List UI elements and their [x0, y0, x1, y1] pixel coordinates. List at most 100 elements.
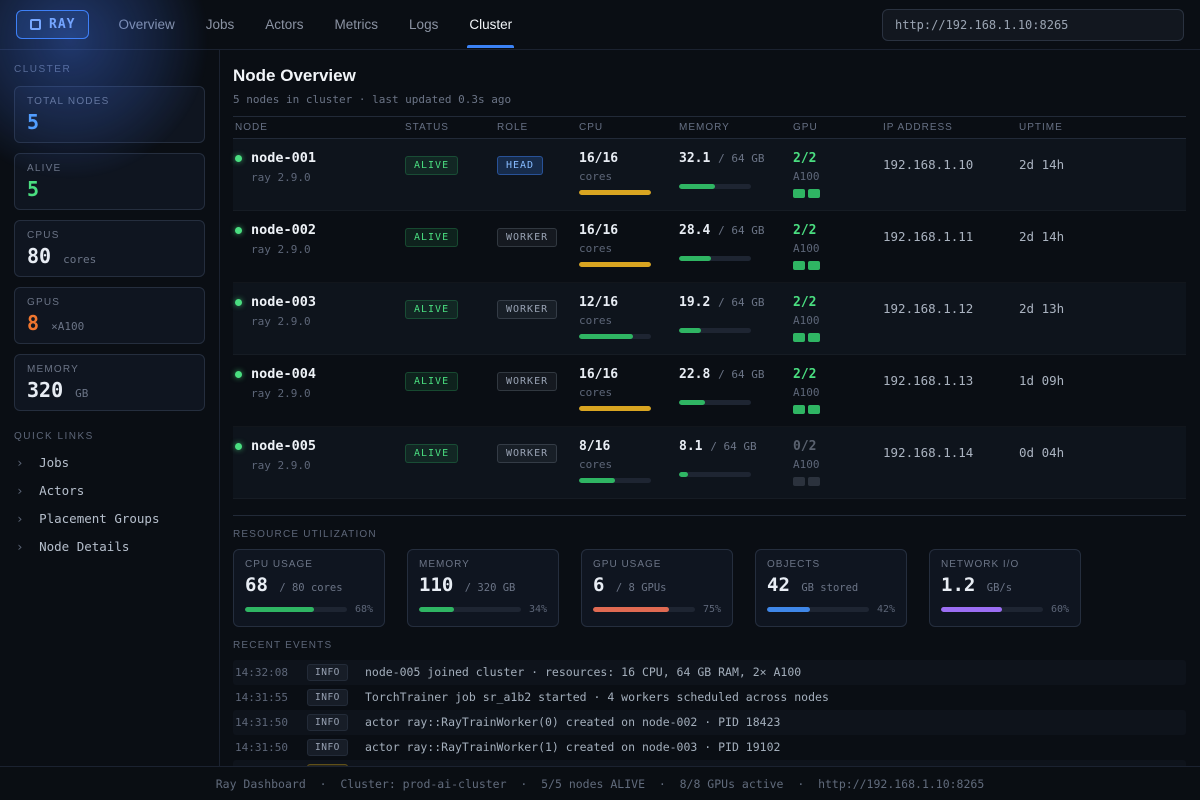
nav-item[interactable]: Jobs	[204, 1, 237, 48]
nav-item-label: Cluster	[469, 17, 513, 32]
memory-value: 32.1 / 64 GB	[679, 151, 765, 166]
utilization-unit: / 80 cores	[279, 582, 343, 594]
nav-item-label: Metrics	[334, 17, 379, 32]
cpu-unit: cores	[579, 314, 613, 327]
node-status-dot	[235, 155, 242, 162]
table-row[interactable]: node-001 ray 2.9.0 ALIVE HEAD 16/16 core…	[233, 139, 1186, 211]
uptime: 2d 14h	[1019, 157, 1065, 172]
stat-value: 5	[27, 178, 192, 200]
event-row: 14:31:50 INFO actor ray::RayTrainWorker(…	[233, 709, 1186, 735]
address-input[interactable]	[882, 8, 1184, 41]
nav-item[interactable]: Overview	[116, 1, 176, 48]
utilization-percent: 34%	[528, 603, 547, 615]
quick-link[interactable]: › Actors	[16, 483, 203, 498]
memory-total: / 64 GB	[718, 152, 765, 165]
utilization-value: 68 / 80 cores	[245, 574, 343, 596]
table-row[interactable]: node-005 ray 2.9.0 ALIVE WORKER 8/16 cor…	[233, 427, 1186, 499]
uptime: 1d 09h	[1019, 373, 1065, 388]
table-row[interactable]: node-003 ray 2.9.0 ALIVE WORKER 12/16 co…	[233, 283, 1186, 355]
cpu-value: 8/16	[579, 439, 611, 454]
utilization-bar-fill	[941, 606, 1003, 612]
ip-address: 192.168.1.12	[883, 301, 974, 316]
utilization-card: NETWORK I/O 1.2 GB/s 60%	[929, 549, 1081, 627]
section-divider	[233, 515, 1186, 516]
page-subtitle: 5 nodes in cluster · last updated 0.3s a…	[233, 93, 512, 106]
gpu-indicator	[793, 189, 883, 198]
stat-unit: GB	[75, 387, 89, 400]
gpu-indicator	[793, 405, 883, 414]
ray-logo-icon	[30, 19, 41, 30]
chevron-right-icon: ›	[16, 511, 24, 526]
utilization-unit: GB/s	[986, 582, 1013, 594]
gpu-indicator	[793, 261, 883, 270]
nav-item[interactable]: Cluster	[467, 1, 514, 48]
stat-card: GPUS 8 ×A100	[14, 287, 205, 344]
node-version: ray 2.9.0	[251, 243, 311, 256]
cpu-usage-bar-fill	[579, 262, 651, 267]
utilization-value: 110 / 320 GB	[419, 574, 516, 596]
sidebar-section-title: CLUSTER	[14, 64, 72, 75]
ray-logo-button[interactable]: RAY	[16, 10, 90, 39]
node-cell: node-005 ray 2.9.0	[235, 438, 405, 486]
status-badge: ALIVE	[405, 444, 459, 463]
stat-card: TOTAL NODES 5	[14, 86, 205, 143]
utilization-bar-fill	[419, 606, 454, 612]
table-row[interactable]: node-004 ray 2.9.0 ALIVE WORKER 16/16 co…	[233, 355, 1186, 427]
quick-link[interactable]: › Jobs	[16, 455, 203, 470]
node-name: node-003	[251, 294, 317, 310]
event-time: 14:31:50	[235, 715, 288, 729]
utilization-value: 6 / 8 GPUs	[593, 574, 667, 596]
ray-logo-label: RAY	[49, 17, 76, 32]
main-panel: Node Overview 5 nodes in cluster · last …	[220, 50, 1200, 766]
page-title: Node Overview	[233, 66, 356, 85]
memory-total: / 64 GB	[710, 440, 757, 453]
table-row[interactable]: node-002 ray 2.9.0 ALIVE WORKER 16/16 co…	[233, 211, 1186, 283]
nav-item[interactable]: Actors	[263, 1, 305, 48]
gpu-square	[808, 333, 820, 342]
node-cell: node-001 ray 2.9.0	[235, 150, 405, 198]
events-section-title: RECENT EVENTS	[233, 639, 333, 651]
gpu-count: 0/2	[793, 439, 817, 454]
chevron-right-icon: ›	[16, 483, 24, 498]
gpu-square	[808, 405, 820, 414]
memory-usage-bar	[679, 184, 751, 189]
nav-item[interactable]: Logs	[407, 1, 440, 48]
stat-label: CPUS	[27, 230, 60, 241]
status-badge: ALIVE	[405, 156, 459, 175]
utilization-card: GPU USAGE 6 / 8 GPUs 75%	[581, 549, 733, 627]
chevron-right-icon: ›	[16, 455, 24, 470]
event-level-badge: INFO	[307, 688, 348, 706]
nav-item[interactable]: Metrics	[333, 1, 381, 48]
memory-usage-bar	[679, 472, 751, 477]
memory-value: 22.8 / 64 GB	[679, 367, 765, 382]
utilization-label: MEMORY	[419, 559, 470, 570]
sidebar: CLUSTER TOTAL NODES 5 ALIVE 5 CPUS 80 co…	[0, 50, 220, 766]
node-version: ray 2.9.0	[251, 315, 311, 328]
utilization-section-title: RESOURCE UTILIZATION	[233, 529, 377, 540]
column-header: IP ADDRESS	[883, 122, 953, 133]
utilization-label: OBJECTS	[767, 559, 821, 570]
column-header: CPU	[579, 122, 604, 133]
quick-link[interactable]: › Placement Groups	[16, 511, 203, 526]
table-header: NODE STATUS ROLE CPU MEMORY GPU IP ADDRE…	[233, 116, 1186, 139]
cpu-value: 16/16	[579, 151, 619, 166]
stat-unit: cores	[63, 253, 97, 266]
node-status-dot	[235, 443, 242, 450]
nav-item-label: Actors	[265, 17, 304, 32]
quick-link-label: Actors	[39, 483, 85, 498]
cpu-value: 12/16	[579, 295, 619, 310]
cpu-usage-bar-fill	[579, 406, 651, 411]
node-status-dot	[235, 371, 242, 378]
nav-item-label: Jobs	[205, 17, 235, 32]
utilization-cards: CPU USAGE 68 / 80 cores 68% MEMORY 110 /…	[233, 549, 1186, 627]
events-log: 14:32:08 INFO node-005 joined cluster · …	[233, 659, 1186, 766]
ip-address: 192.168.1.14	[883, 445, 974, 460]
memory-total: / 64 GB	[718, 224, 765, 237]
quick-link[interactable]: › Node Details	[16, 539, 203, 554]
utilization-percent: 68%	[354, 603, 373, 615]
event-message: node-005 joined cluster · resources: 16 …	[365, 665, 802, 680]
utilization-bar	[941, 606, 1043, 612]
cpu-usage-bar	[579, 262, 651, 267]
column-header: MEMORY	[679, 122, 730, 133]
memory-usage-bar-fill	[679, 184, 715, 189]
